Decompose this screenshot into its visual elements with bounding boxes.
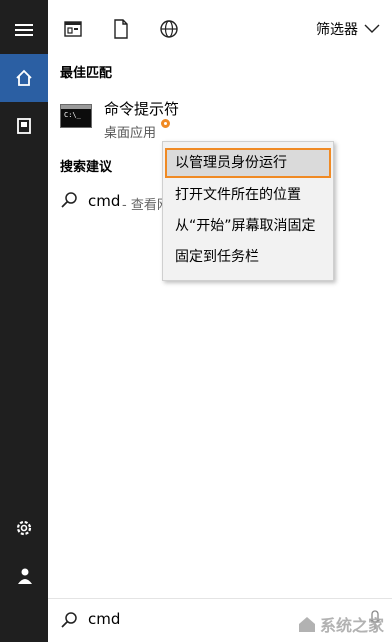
document-icon (114, 19, 128, 39)
best-match-item[interactable]: C:\_ 命令提示符 桌面应用 (48, 88, 392, 144)
apps-filter-button[interactable] (62, 18, 84, 40)
filter-toolbar: 筛选器 (48, 0, 392, 56)
gear-icon (16, 520, 32, 536)
menu-item-open-file-location[interactable]: 打开文件所在的位置 (165, 180, 331, 210)
suggestions-heading: 搜索建议 (60, 160, 113, 175)
context-menu: 以管理员身份运行 打开文件所在的位置 从“开始”屏幕取消固定 固定到任务栏 (162, 141, 334, 281)
menu-item-run-as-admin[interactable]: 以管理员身份运行 (165, 148, 331, 178)
house-logo-icon (298, 617, 315, 632)
sidebar (0, 0, 48, 642)
documents-filter-button[interactable] (110, 18, 132, 40)
document-icon (17, 118, 31, 134)
search-panel: 筛选器 最佳匹配 C:\_ 命令提示符 桌面应用 搜索建议 cmd - 查看网络… (48, 0, 392, 642)
chevron-down-icon (364, 24, 380, 33)
hamburger-menu-button[interactable] (0, 6, 48, 54)
command-prompt-icon: C:\_ (60, 104, 92, 128)
search-icon (61, 192, 77, 208)
filter-dropdown[interactable]: 筛选器 (316, 18, 380, 40)
web-filter-button[interactable] (158, 18, 180, 40)
search-icon (61, 612, 77, 628)
home-icon (16, 69, 32, 86)
sidebar-item-home[interactable] (0, 54, 48, 102)
apps-icon (64, 21, 82, 37)
menu-item-pin-to-taskbar[interactable]: 固定到任务栏 (165, 242, 331, 272)
app-name: 命令提示符 (104, 100, 180, 118)
sidebar-item-settings[interactable] (0, 504, 48, 552)
highlight-marker-icon (161, 119, 170, 128)
sidebar-item-user[interactable] (0, 552, 48, 600)
filter-label: 筛选器 (316, 22, 358, 38)
user-icon (18, 568, 32, 584)
menu-item-unpin-from-start[interactable]: 从“开始”屏幕取消固定 (165, 211, 331, 241)
suggestion-query: cmd (88, 192, 121, 210)
web-icon (160, 20, 178, 38)
search-input[interactable]: cmd (88, 610, 120, 628)
hamburger-icon (15, 24, 33, 36)
app-type: 桌面应用 (104, 126, 157, 141)
best-match-heading: 最佳匹配 (60, 66, 113, 81)
sidebar-item-documents[interactable] (0, 102, 48, 150)
watermark-text: 系统之家 (319, 616, 384, 635)
watermark: 系统之家 (298, 612, 384, 636)
